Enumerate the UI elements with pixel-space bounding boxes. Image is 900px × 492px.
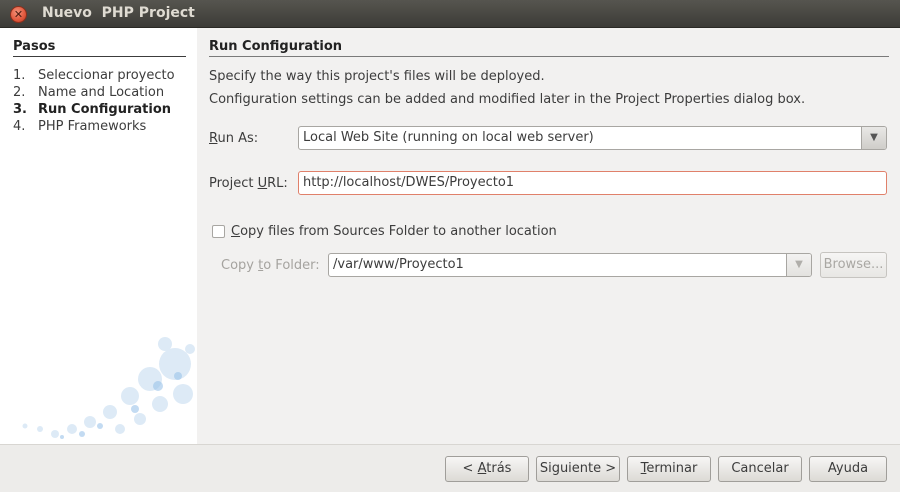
copy-files-label-text: opy files from Sources Folder to another… [240,224,557,239]
step-number: 1. [13,68,26,83]
project-url-input[interactable]: http://localhost/DWES/Proyecto1 [298,171,887,195]
step-label: Run Configuration [38,102,172,117]
step-number: 4. [13,119,26,134]
finish-button[interactable]: Terminar [627,456,711,482]
button-bar: < Atrás Siguiente > Terminar Cancelar Ay… [0,444,900,492]
back-label-pre: < [462,461,478,476]
finish-label-post: erminar [646,461,698,476]
copy-files-mnemonic: C [231,224,241,239]
steps-list: 1. Seleccionar proyecto 2. Name and Locati… [13,67,175,135]
back-label-post: trás [486,461,512,476]
title-bar: ✕ Nuevo PHP Project [0,0,900,28]
back-mnemonic: A [477,461,487,476]
step-item-select-project: 1. Seleccionar proyecto [13,67,175,84]
run-as-select[interactable]: Local Web Site (running on local web ser… [298,126,887,150]
close-icon[interactable]: ✕ [10,6,27,23]
project-url-mnemonic: U [257,176,268,191]
steps-divider [13,56,186,57]
cancel-button[interactable]: Cancelar [718,456,802,482]
window-title: Nuevo PHP Project [42,5,195,21]
step-number: 3. [13,102,27,117]
step-label: PHP Frameworks [38,119,147,134]
run-as-label-text: un As: [217,131,259,146]
dropdown-arrow-icon[interactable]: ▼ [861,127,886,149]
section-divider [209,56,889,57]
copy-files-checkbox[interactable] [212,225,225,238]
step-number: 2. [13,85,26,100]
run-configuration-panel: Run Configuration Specify the way this p… [197,28,900,444]
copy-files-label[interactable]: Copy files from Sources Folder to anothe… [231,224,557,239]
back-button[interactable]: < Atrás [445,456,529,482]
copy-to-label-post: o Folder: [263,258,320,273]
description-line-1: Specify the way this project's files wil… [209,69,545,84]
run-as-value: Local Web Site (running on local web ser… [303,130,594,145]
project-url-label-pre: Project [209,176,258,191]
copy-to-folder-value: /var/www/Proyecto1 [333,257,464,272]
copy-to-label-pre: Copy [221,258,259,273]
description-line-2: Configuration settings can be added and … [209,92,806,107]
step-item-php-frameworks: 4. PHP Frameworks [13,118,175,135]
next-button[interactable]: Siguiente > [536,456,620,482]
run-as-label: Run As: [209,131,258,146]
dropdown-arrow-icon[interactable]: ▼ [786,254,811,276]
step-label: Seleccionar proyecto [38,68,175,83]
browse-button[interactable]: Browse... [820,252,887,278]
copy-to-folder-select[interactable]: /var/www/Proyecto1 ▼ [328,253,812,277]
copy-to-folder-label: Copy to Folder: [221,258,320,273]
step-item-run-configuration: 3. Run Configuration [13,101,175,118]
decorative-bubbles-image [22,337,195,439]
project-url-label-post: RL: [267,176,288,191]
section-title: Run Configuration [209,39,343,54]
steps-title: Pasos [13,39,56,54]
step-item-name-location: 2. Name and Location [13,84,175,101]
help-button[interactable]: Ayuda [809,456,887,482]
step-label: Name and Location [38,85,165,100]
steps-panel: Pasos 1. Seleccionar proyecto 2. Name and … [0,28,197,444]
project-url-label: Project URL: [209,176,288,191]
